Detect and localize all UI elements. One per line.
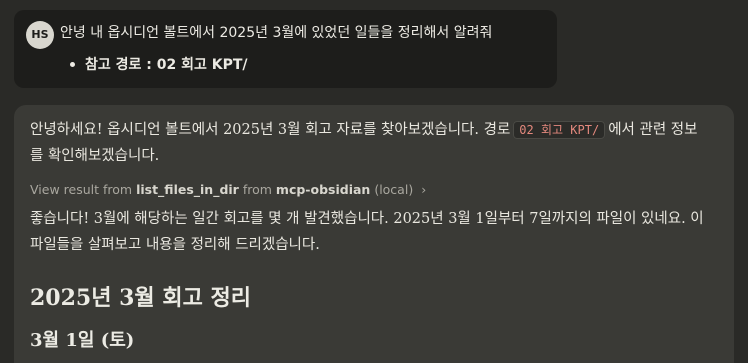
user-message: HS 안녕 내 옵시디언 볼트에서 2025년 3월에 있었던 일들을 정리해서… — [14, 10, 557, 88]
user-avatar[interactable]: HS — [26, 21, 54, 49]
assistant-message: 안녕하세요! 옵시디언 볼트에서 2025년 3월 회고 자료를 찾아보겠습니다… — [14, 105, 734, 363]
assistant-found-paragraph: 좋습니다! 3월에 해당하는 일간 회고를 몇 개 발견했습니다. 2025년 … — [30, 211, 704, 253]
assistant-intro-paragraph: 안녕하세요! 옵시디언 볼트에서 2025년 3월 회고 자료를 찾아보겠습니다… — [30, 117, 710, 169]
day-heading: 3월 1일 (토) — [30, 330, 135, 351]
tool-result-prefix: View result from — [30, 182, 133, 197]
tool-server-scope: (local) — [374, 182, 414, 197]
user-message-text: 안녕 내 옵시디언 볼트에서 2025년 3월에 있었던 일들을 정리해서 알려… — [60, 25, 493, 41]
reference-path-text: 참고 경로 : 02 회고 KPT/ — [85, 57, 248, 73]
tool-from-label: from — [242, 182, 272, 197]
user-message-bullet: 참고 경로 : 02 회고 KPT/ — [70, 55, 248, 75]
summary-heading: 2025년 3월 회고 정리 — [30, 285, 251, 311]
tool-server-name: mcp-obsidian — [275, 182, 371, 197]
bullet-dot — [70, 61, 75, 67]
tool-result-link[interactable]: View result from list_files_in_dir from … — [30, 181, 426, 199]
tool-name: list_files_in_dir — [136, 182, 239, 197]
chat-view: HS 안녕 내 옵시디언 볼트에서 2025년 3월에 있었던 일들을 정리해서… — [0, 0, 748, 363]
chevron-right-icon: › — [421, 182, 427, 197]
intro-text-before: 안녕하세요! 옵시디언 볼트에서 2025년 3월 회고 자료를 찾아보겠습니다… — [30, 122, 511, 138]
inline-code-path: 02 회고 KPT/ — [513, 121, 606, 139]
